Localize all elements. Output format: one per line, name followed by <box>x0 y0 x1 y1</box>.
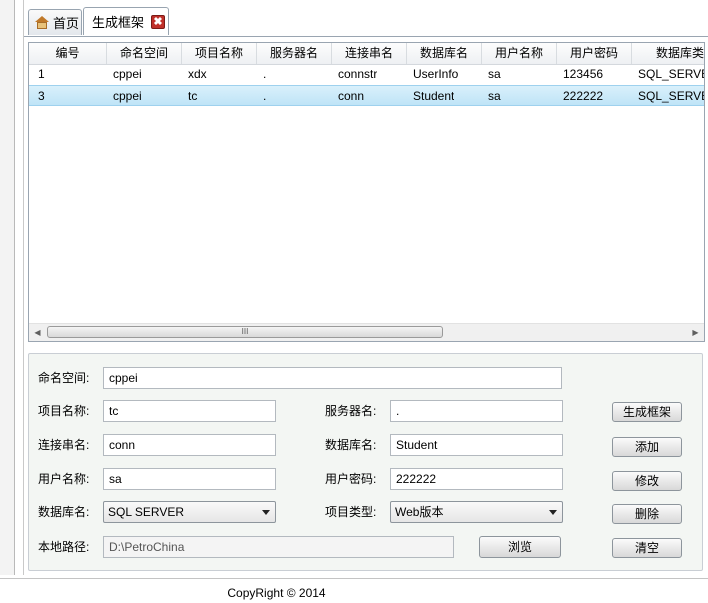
server-name-input[interactable]: . <box>390 400 563 422</box>
grid-header: 编号 命名空间 项目名称 服务器名 连接串名 数据库名 用户名称 用户密码 数据… <box>29 43 704 65</box>
cell-id: 1 <box>38 67 45 81</box>
project-type-select[interactable]: Web版本 <box>390 501 563 523</box>
username-label: 用户名称: <box>38 472 90 486</box>
column-header[interactable]: 用户名称 <box>482 43 557 64</box>
footer-divider <box>0 578 708 579</box>
database-type-select[interactable]: SQL SERVER <box>103 501 276 523</box>
project-type-value: Web版本 <box>395 505 444 519</box>
table-row-selected[interactable]: 3 cppei tc . conn Student sa 222222 SQL_… <box>29 85 705 106</box>
generate-framework-button[interactable]: 生成框架 <box>612 402 682 422</box>
local-path-input[interactable]: D:\PetroChina <box>103 536 454 558</box>
cell-user: sa <box>488 89 501 103</box>
column-header[interactable]: 服务器名 <box>257 43 332 64</box>
close-icon[interactable]: ✖ <box>151 14 166 29</box>
local-path-label: 本地路径: <box>38 540 90 554</box>
cell-dbname: UserInfo <box>413 67 459 81</box>
horizontal-scrollbar[interactable]: ◀ III ▶ <box>29 323 704 341</box>
tab-generate-label: 生成框架 <box>92 15 145 30</box>
cell-password: 222222 <box>563 89 604 103</box>
project-type-label: 项目类型: <box>325 505 377 519</box>
tab-generate-framework[interactable]: 生成框架 ✖ <box>83 7 169 35</box>
cell-user: sa <box>488 67 501 81</box>
cell-password: 123456 <box>563 67 604 81</box>
add-button[interactable]: 添加 <box>612 437 682 457</box>
password-label: 用户密码: <box>325 472 377 486</box>
database-name-input[interactable]: Student <box>390 434 563 456</box>
edit-form: 命名空间: cppei 项目名称: tc 服务器名: . 生成框架 连接串名: … <box>28 353 703 571</box>
table-row[interactable]: 1 cppei xdx . connstr UserInfo sa 123456… <box>29 64 705 85</box>
cell-server: . <box>263 89 267 103</box>
tab-bar: 首页 生成框架 ✖ <box>24 6 708 37</box>
database-type-value: SQL SERVER <box>108 505 185 519</box>
cell-namespace: cppei <box>113 67 142 81</box>
column-header[interactable]: 项目名称 <box>182 43 257 64</box>
column-header[interactable]: 数据库名 <box>407 43 482 64</box>
column-header[interactable]: 编号 <box>29 43 107 64</box>
scroll-left-arrow-icon[interactable]: ◀ <box>29 324 46 341</box>
edit-button[interactable]: 修改 <box>612 471 682 491</box>
cell-server: . <box>263 67 267 81</box>
column-header[interactable]: 命名空间 <box>107 43 182 64</box>
cell-dbtype: SQL_SERVE <box>638 89 705 103</box>
left-panel-edge <box>0 0 15 575</box>
panel-divider <box>23 0 24 575</box>
home-icon <box>35 16 49 29</box>
column-header[interactable]: 用户密码 <box>557 43 632 64</box>
clear-button[interactable]: 清空 <box>612 538 682 558</box>
tab-home[interactable]: 首页 <box>28 9 82 35</box>
dropdown-arrow-icon <box>262 510 270 515</box>
cell-connstr: conn <box>338 89 365 103</box>
cell-id: 3 <box>38 89 45 103</box>
dropdown-arrow-icon <box>549 510 557 515</box>
delete-button[interactable]: 删除 <box>612 504 682 524</box>
cell-project: xdx <box>188 67 207 81</box>
namespace-input[interactable]: cppei <box>103 367 562 389</box>
copyright-footer: CopyRight © 2014 <box>227 586 326 600</box>
browse-button[interactable]: 浏览 <box>479 536 561 558</box>
column-header[interactable]: 连接串名 <box>332 43 407 64</box>
connection-string-input[interactable]: conn <box>103 434 276 456</box>
project-name-input[interactable]: tc <box>103 400 276 422</box>
column-header[interactable]: 数据库类 <box>632 43 704 64</box>
cell-connstr: connstr <box>338 67 378 81</box>
namespace-label: 命名空间: <box>38 371 90 385</box>
cell-dbtype: SQL_SERVE <box>638 67 705 81</box>
project-name-label: 项目名称: <box>38 404 90 418</box>
data-grid[interactable]: 编号 命名空间 项目名称 服务器名 连接串名 数据库名 用户名称 用户密码 数据… <box>28 42 705 342</box>
scroll-thumb[interactable]: III <box>47 326 443 338</box>
scroll-right-arrow-icon[interactable]: ▶ <box>687 324 704 341</box>
database-type-label: 数据库名: <box>38 505 90 519</box>
cell-dbname: Student <box>413 89 455 103</box>
tab-home-label: 首页 <box>53 16 80 31</box>
username-input[interactable]: sa <box>103 468 276 490</box>
server-name-label: 服务器名: <box>325 404 377 418</box>
connection-string-label: 连接串名: <box>38 438 90 452</box>
cell-namespace: cppei <box>113 89 142 103</box>
cell-project: tc <box>188 89 198 103</box>
password-input[interactable]: 222222 <box>390 468 563 490</box>
database-name-label: 数据库名: <box>325 438 377 452</box>
